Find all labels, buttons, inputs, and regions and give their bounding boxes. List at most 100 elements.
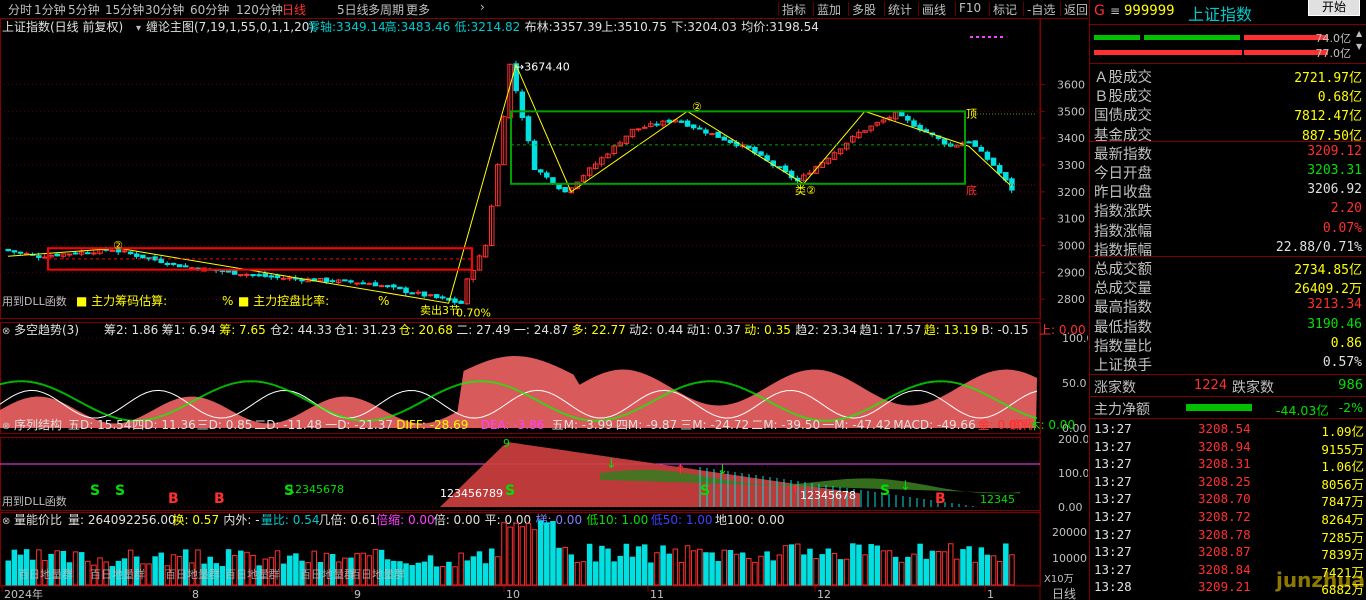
volume-bar-124 [764,551,770,586]
peak-price-label: →3674.40 [515,61,570,74]
tick-price: 3208.78 [1198,526,1251,542]
candle-body-1 [11,250,18,253]
main-title: 上证指数(日线 前复权) [2,19,123,34]
volume-bar-99 [611,561,617,586]
candle-body-106 [654,123,660,126]
candle-body-87 [537,169,544,173]
control-ratio-label: ■ 主力控盘比率: [238,293,329,308]
candle-body-42 [262,273,269,277]
volume-bar-95 [586,543,593,586]
tick-time: 13:27 [1094,456,1132,472]
volume-axis-label: 10000 [1052,552,1087,565]
tick-row-3[interactable]: 13:27 3208.25 8056万 [1092,474,1364,493]
candle-body-8 [54,253,60,257]
volume-bar-162 [996,561,1003,586]
volume-bar-159 [978,547,985,586]
candle-body-10 [66,253,73,256]
quote-row-13: 最低指数 3190.46 [1092,316,1364,336]
candle-body-38 [238,274,244,277]
candle-body-67 [415,291,422,294]
volume-bar-132 [813,558,819,586]
price-axis-label: 3200 [1057,186,1085,199]
volume-bar-116 [715,561,721,586]
candle-body-73 [452,298,458,303]
quote-value-13: 3190.46 [1307,316,1362,332]
open-button[interactable]: 开始 [1308,0,1360,16]
seq-signal-0: S [90,483,100,499]
candle-body-57 [354,282,360,285]
seq-arrow-1: ↑ [675,463,686,478]
volume-bar-72 [446,561,452,586]
scroll-down-icon[interactable]: ▼ [1356,43,1365,51]
scroll-up-icon[interactable]: ▲ [1356,30,1365,38]
candle-body-43 [268,275,275,278]
seq-dll-note: 用到DLL函数 [2,495,67,508]
legend-item-6: 均价:3198.54 [741,20,819,34]
x-axis-label: 12 [817,588,831,600]
volume-bar-120 [739,552,746,586]
candle-body-103 [635,128,642,131]
volume-bar-163 [1003,543,1009,586]
volume-bar-108 [666,553,672,586]
volume-bar-129 [794,543,801,586]
quote-label-4: 最新指数 [1094,146,1152,163]
chart-area[interactable]: 3600 3500 3400 3300 3200 3100 3000 2900 2800 →367… [0,0,1088,600]
quote-label-10: 总成交额 [1094,262,1152,278]
seq-panel-item-8: 四M: -9.87 [616,418,677,432]
tick-row-4[interactable]: 13:27 3208.70 7847万 [1092,491,1364,510]
volume-bar-119 [733,553,740,586]
menu-icon[interactable]: ≡ [1110,4,1120,18]
quote-row-1: Ｂ股成交 0.68亿 [1092,85,1364,106]
volume-bar-75 [464,560,470,586]
price-axis-label: 2800 [1057,293,1085,306]
volume-bar-146 [899,561,905,586]
seq-signal-3: B [214,491,225,507]
seq-signal-6: S [700,483,710,499]
tick-price: 3208.94 [1198,438,1251,454]
buy-bar-b [1144,35,1240,40]
scroll-arrows[interactable]: ▲ ▼ [1356,30,1365,60]
bottom-signal-label: 卖出3节 [420,303,460,317]
indicator-name: 缠论主图(7,19,1,55,0,1,1,20) [146,19,314,34]
trend-panel-item-2: 筹: 7.65 [219,323,266,337]
volume-bar-109 [672,548,679,586]
price-axis-label: 2900 [1057,266,1085,279]
tick-time: 13:27 [1094,438,1132,454]
candle-body-2 [17,251,24,254]
seq-signal-4: S [284,483,294,499]
trend-panel-title: 多空趋势(3) [14,323,79,337]
candle-body-108 [666,119,672,123]
quote-value-15: 0.57% [1322,355,1362,370]
candle-body-113 [697,127,703,130]
tick-row-5[interactable]: 13:27 3208.72 8264万 [1092,509,1364,528]
quote-label-1: Ｂ股成交 [1094,89,1152,106]
candle-body-25 [158,258,164,264]
quote-divider-9 [1090,256,1366,257]
volume-bar-77 [476,551,483,586]
tick-row-0[interactable]: 13:27 3208.54 1.09亿 [1092,421,1364,440]
x-axis-label: 10 [506,588,520,600]
tick-row-2[interactable]: 13:27 3208.31 1.06亿 [1092,456,1364,475]
seq-axis-label: 0.00 [1058,501,1083,514]
volume-bar-161 [990,555,997,586]
tick-row-1[interactable]: 13:27 3208.94 9155万 [1092,439,1364,458]
volume-unit: X10万 [1044,574,1074,585]
di-label: 底 [966,183,977,197]
volume-watermark-4: 百日地量群 [300,567,355,581]
quote-value-1: 0.68亿 [1317,90,1362,106]
tick-price: 3208.54 [1198,421,1251,436]
candle-body-11 [72,252,79,255]
candle-body-58 [360,282,366,285]
chip-estimate-label: ■ 主力筹码估算: [76,293,167,308]
tick-row-7[interactable]: 13:27 3208.87 7839万 [1092,544,1364,563]
candle-body-70 [433,294,440,299]
trend-panel-item-12: 趋2: 23.34 [795,323,857,337]
quote-row-12: 最高指数 3213.34 [1092,296,1364,316]
volume-bar-12 [78,552,85,586]
tick-volume: 7839万 [1321,547,1364,563]
volume-bar-121 [746,557,752,586]
tick-row-6[interactable]: 13:27 3208.78 7285万 [1092,527,1364,546]
candle-body-121 [746,145,752,149]
seq-signal-2: B [168,491,179,507]
volume-bar-126 [776,554,783,586]
